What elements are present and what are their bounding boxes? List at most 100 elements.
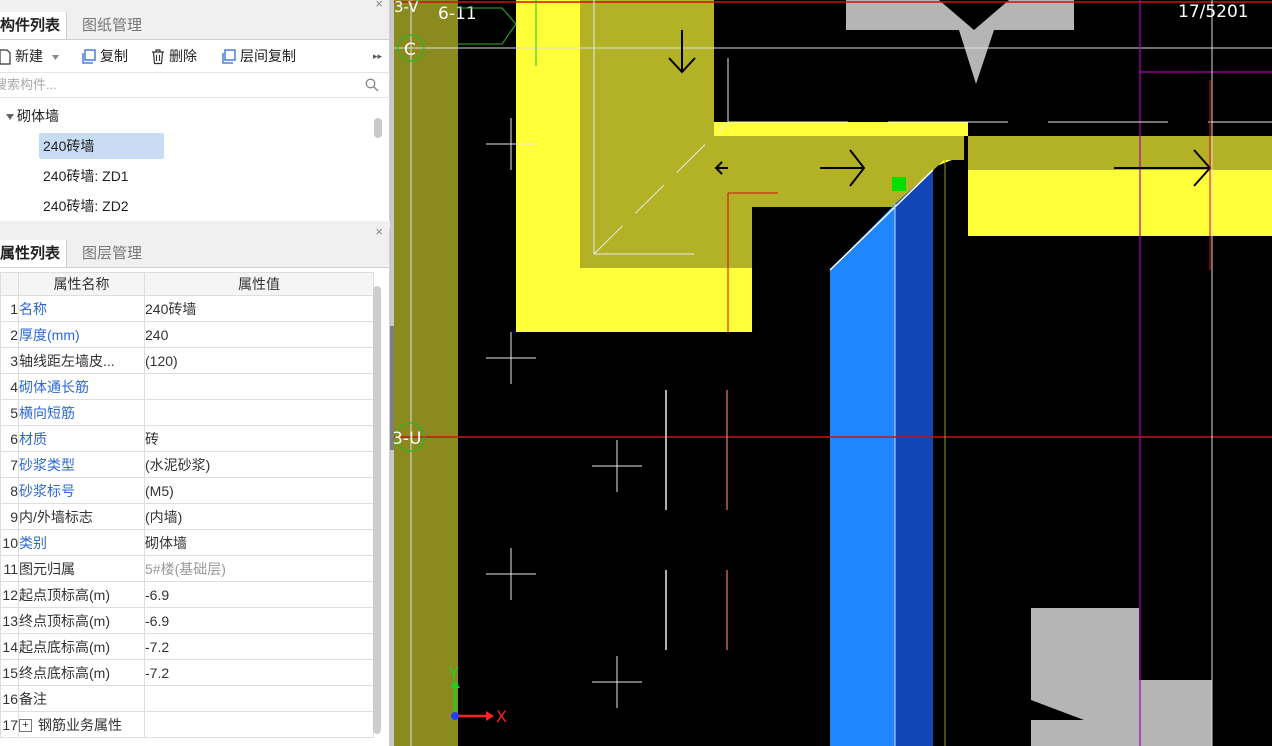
tab-component-list[interactable]: 构件列表 xyxy=(0,12,68,39)
component-list-panel: × 构件列表 图纸管理 新建 复制 删除 层间复制 ▸▸ 搜索构件... 砌体墙… xyxy=(0,0,390,221)
property-value-cell[interactable]: 砌体墙 xyxy=(144,529,374,556)
property-value-cell[interactable] xyxy=(144,711,374,738)
property-row[interactable]: 1 名称 240砖墙 xyxy=(0,295,374,322)
property-value-cell[interactable]: 5#楼(基础层) xyxy=(144,555,374,582)
property-row[interactable]: 7 砂浆类型 (水泥砂浆) xyxy=(0,451,374,478)
property-value-cell[interactable]: 砖 xyxy=(144,425,374,452)
property-row[interactable]: 17 + 钢筋业务属性 xyxy=(0,711,374,738)
drawing-canvas[interactable]: C 3-U 3-V 6-11 17/5201 X Y xyxy=(394,0,1272,746)
property-row-index: 17 xyxy=(0,711,19,738)
property-scrollbar[interactable] xyxy=(373,286,381,734)
property-value-cell[interactable]: (水泥砂浆) xyxy=(144,451,374,478)
property-name-cell: 材质 xyxy=(18,425,145,452)
tree-group-masonry-wall[interactable]: 砌体墙 xyxy=(6,103,59,129)
property-row-index: 5 xyxy=(0,399,19,426)
close-icon[interactable]: × xyxy=(375,0,383,11)
property-value-cell[interactable]: (内墙) xyxy=(144,503,374,530)
property-value-cell[interactable]: (M5) xyxy=(144,477,374,504)
property-row[interactable]: 4 砌体通长筋 xyxy=(0,373,374,400)
copy-button[interactable]: 复制 xyxy=(80,40,128,72)
property-row-index: 10 xyxy=(0,529,19,556)
expand-plus-icon[interactable]: + xyxy=(19,719,32,733)
property-row[interactable]: 14 起点底标高(m) -7.2 xyxy=(0,633,374,660)
green-grip-marker[interactable] xyxy=(892,177,906,191)
property-name-cell: 起点底标高(m) xyxy=(18,633,145,660)
search-icon[interactable] xyxy=(365,78,379,92)
property-name-cell: 横向短筋 xyxy=(18,399,145,426)
property-name-label: 起点底标高(m) xyxy=(19,638,111,655)
dropdown-arrow-icon[interactable] xyxy=(51,54,59,60)
property-name-cell: 砌体通长筋 xyxy=(18,373,145,400)
tab-drawing-management[interactable]: 图纸管理 xyxy=(76,12,148,39)
tree-item-240-brick-wall[interactable]: 240砖墙 xyxy=(39,133,164,159)
property-name-label: 材质 xyxy=(19,430,48,447)
floor-copy-button[interactable]: 层间复制 xyxy=(220,40,296,72)
tree-scrollbar[interactable] xyxy=(374,118,382,138)
wall-blue-light[interactable] xyxy=(830,204,895,746)
search-bar xyxy=(0,73,389,98)
floor-copy-label: 层间复制 xyxy=(240,48,296,64)
new-button[interactable]: 新建 xyxy=(0,40,62,72)
property-value-cell[interactable]: -6.9 xyxy=(144,607,374,634)
delete-button[interactable]: 删除 xyxy=(150,40,197,72)
property-row[interactable]: 15 终点底标高(m) -7.2 xyxy=(0,659,374,686)
property-name-cell: + 钢筋业务属性 xyxy=(18,711,145,738)
property-value-cell[interactable] xyxy=(144,373,374,400)
property-name-cell: 终点底标高(m) xyxy=(18,659,145,686)
property-name-cell: 厚度(mm) xyxy=(18,321,145,348)
component-toolbar: 新建 复制 删除 层间复制 ▸▸ xyxy=(0,40,389,73)
property-name-label: 内/外墙标志 xyxy=(19,508,93,525)
property-name-cell: 类别 xyxy=(18,529,145,556)
property-row-index: 14 xyxy=(0,633,19,660)
property-value-cell[interactable]: 240砖墙 xyxy=(144,295,374,322)
x-axis-label: X xyxy=(496,707,507,726)
axis-label-top-right: 17/5201 xyxy=(1178,2,1249,22)
wall-olive-right[interactable] xyxy=(968,136,1272,170)
wall-blue-dark[interactable] xyxy=(895,170,933,746)
tab-layer-management[interactable]: 图层管理 xyxy=(76,240,148,267)
header-property-name: 属性名称 xyxy=(18,272,145,296)
more-tools-button[interactable]: ▸▸ xyxy=(373,40,382,72)
property-name-label: 砂浆类型 xyxy=(19,456,76,473)
property-value-cell[interactable]: -7.2 xyxy=(144,659,374,686)
property-row[interactable]: 5 横向短筋 xyxy=(0,399,374,426)
property-row[interactable]: 11 图元归属 5#楼(基础层) xyxy=(0,555,374,582)
origin-marker xyxy=(451,712,459,720)
property-value-cell[interactable] xyxy=(144,685,374,712)
property-name-cell: 终点顶标高(m) xyxy=(18,607,145,634)
property-row[interactable]: 12 起点顶标高(m) -6.9 xyxy=(0,581,374,608)
property-name-cell: 图元归属 xyxy=(18,555,145,582)
property-name-label: 钢筋业务属性 xyxy=(38,716,122,733)
tab-property-list[interactable]: 属性列表 xyxy=(0,240,68,267)
property-row[interactable]: 8 砂浆标号 (M5) xyxy=(0,477,374,504)
property-row-index: 4 xyxy=(0,373,19,400)
property-value-cell[interactable]: -6.9 xyxy=(144,581,374,608)
property-row[interactable]: 9 内/外墙标志 (内墙) xyxy=(0,503,374,530)
property-name-label: 图元归属 xyxy=(19,560,76,577)
close-icon[interactable]: × xyxy=(375,224,383,239)
caret-down-icon[interactable] xyxy=(6,114,14,121)
property-row[interactable]: 3 轴线距左墙皮... (120) xyxy=(0,347,374,374)
property-value-cell[interactable] xyxy=(144,399,374,426)
panel-header-strip: × xyxy=(0,0,389,12)
property-value-cell[interactable]: 240 xyxy=(144,321,374,348)
property-list-panel: × 属性列表 图层管理 属性名称 属性值 1 名称 240砖墙 2 厚度(mm) 240 3… xyxy=(0,224,390,746)
property-tabbar: 属性列表 图层管理 xyxy=(0,240,389,268)
property-row[interactable]: 10 类别 砌体墙 xyxy=(0,529,374,556)
copy-icon xyxy=(82,49,96,64)
property-name-label: 终点底标高(m) xyxy=(19,664,111,681)
property-row[interactable]: 6 材质 砖 xyxy=(0,425,374,452)
property-row[interactable]: 13 终点顶标高(m) -6.9 xyxy=(0,607,374,634)
property-row[interactable]: 2 厚度(mm) 240 xyxy=(0,321,374,348)
search-input[interactable] xyxy=(0,75,344,93)
trash-icon xyxy=(152,49,164,65)
property-row[interactable]: 16 备注 xyxy=(0,685,374,712)
tree-item-240-brick-wall-zd1[interactable]: 240砖墙: ZD1 xyxy=(43,163,129,189)
left-wall-fill[interactable] xyxy=(394,0,458,746)
property-value-cell[interactable]: -7.2 xyxy=(144,633,374,660)
property-value-cell[interactable]: (120) xyxy=(144,347,374,374)
property-name-label: 类别 xyxy=(19,534,48,551)
property-name-cell: 备注 xyxy=(18,685,145,712)
tree-item-240-brick-wall-zd2[interactable]: 240砖墙: ZD2 xyxy=(43,193,129,219)
floor-copy-icon xyxy=(222,49,236,64)
